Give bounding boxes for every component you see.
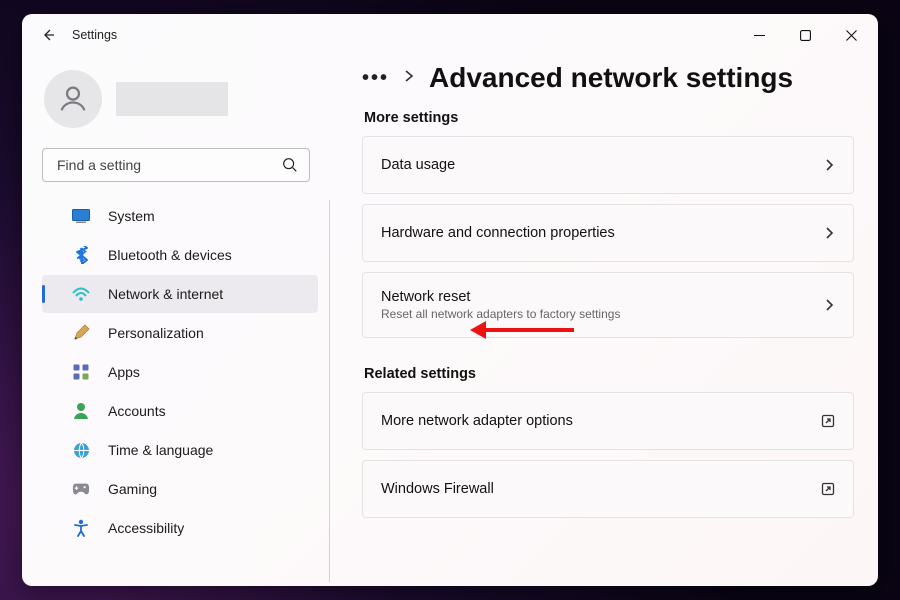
back-button[interactable] — [34, 20, 64, 50]
search-box[interactable] — [42, 148, 310, 182]
sidebar: System Bluetooth & devices Network & int… — [22, 56, 332, 586]
gaming-icon — [72, 480, 90, 498]
card-hardware-properties[interactable]: Hardware and connection properties — [362, 204, 854, 262]
sidebar-item-network[interactable]: Network & internet — [42, 275, 318, 313]
person-icon — [56, 82, 90, 116]
breadcrumb: ••• Advanced network settings — [362, 62, 854, 94]
sidebar-item-label: Gaming — [108, 481, 157, 497]
card-subtitle: Reset all network adapters to factory se… — [381, 307, 620, 321]
accessibility-icon — [72, 519, 90, 537]
sidebar-item-label: Time & language — [108, 442, 213, 458]
card-windows-firewall[interactable]: Windows Firewall — [362, 460, 854, 518]
maximize-button[interactable] — [782, 19, 828, 51]
sidebar-item-label: Accounts — [108, 403, 166, 419]
chevron-right-icon — [825, 298, 835, 312]
sidebar-item-label: System — [108, 208, 155, 224]
sidebar-item-label: Accessibility — [108, 520, 184, 536]
chevron-right-icon — [403, 69, 415, 88]
nav-list: System Bluetooth & devices Network & int… — [22, 196, 332, 586]
sidebar-item-accessibility[interactable]: Accessibility — [42, 509, 318, 547]
card-title: Network reset — [381, 289, 620, 305]
search-input[interactable] — [55, 156, 275, 174]
close-button[interactable] — [828, 19, 874, 51]
search-icon — [281, 156, 299, 179]
card-title: Data usage — [381, 157, 455, 173]
breadcrumb-more[interactable]: ••• — [362, 67, 389, 90]
sidebar-item-label: Personalization — [108, 325, 204, 341]
window-title: Settings — [72, 28, 117, 42]
chevron-right-icon — [825, 158, 835, 172]
time-language-icon — [72, 441, 90, 459]
page-title: Advanced network settings — [429, 62, 793, 94]
chevron-right-icon — [825, 226, 835, 240]
network-icon — [72, 285, 90, 303]
titlebar: Settings — [22, 14, 878, 56]
sidebar-item-label: Network & internet — [108, 286, 223, 302]
card-title: Windows Firewall — [381, 481, 494, 497]
sidebar-item-label: Bluetooth & devices — [108, 247, 232, 263]
sidebar-item-personalization[interactable]: Personalization — [42, 314, 318, 352]
apps-icon — [72, 363, 90, 381]
minimize-icon — [754, 30, 765, 41]
back-arrow-icon — [41, 27, 57, 43]
sidebar-item-gaming[interactable]: Gaming — [42, 470, 318, 508]
card-data-usage[interactable]: Data usage — [362, 136, 854, 194]
open-external-icon — [821, 482, 835, 496]
system-icon — [72, 207, 90, 225]
content-area: System Bluetooth & devices Network & int… — [22, 56, 878, 586]
section-heading-more-settings: More settings — [364, 110, 854, 126]
close-icon — [846, 30, 857, 41]
main-panel: ••• Advanced network settings More setti… — [332, 56, 878, 586]
card-title: More network adapter options — [381, 413, 573, 429]
settings-window: Settings — [22, 14, 878, 586]
open-external-icon — [821, 414, 835, 428]
section-heading-related: Related settings — [364, 366, 854, 382]
card-network-reset[interactable]: Network reset Reset all network adapters… — [362, 272, 854, 338]
sidebar-item-time-language[interactable]: Time & language — [42, 431, 318, 469]
maximize-icon — [800, 30, 811, 41]
bluetooth-icon — [72, 246, 90, 264]
sidebar-item-system[interactable]: System — [42, 197, 318, 235]
minimize-button[interactable] — [736, 19, 782, 51]
sidebar-item-label: Apps — [108, 364, 140, 380]
personalization-icon — [72, 324, 90, 342]
accounts-icon — [72, 402, 90, 420]
sidebar-item-bluetooth[interactable]: Bluetooth & devices — [42, 236, 318, 274]
sidebar-item-apps[interactable]: Apps — [42, 353, 318, 391]
account-row[interactable] — [22, 56, 332, 136]
nav-scrollbar[interactable] — [329, 200, 330, 582]
account-name-redacted — [116, 82, 228, 116]
card-more-adapter-options[interactable]: More network adapter options — [362, 392, 854, 450]
card-title: Hardware and connection properties — [381, 225, 615, 241]
sidebar-item-accounts[interactable]: Accounts — [42, 392, 318, 430]
avatar — [44, 70, 102, 128]
